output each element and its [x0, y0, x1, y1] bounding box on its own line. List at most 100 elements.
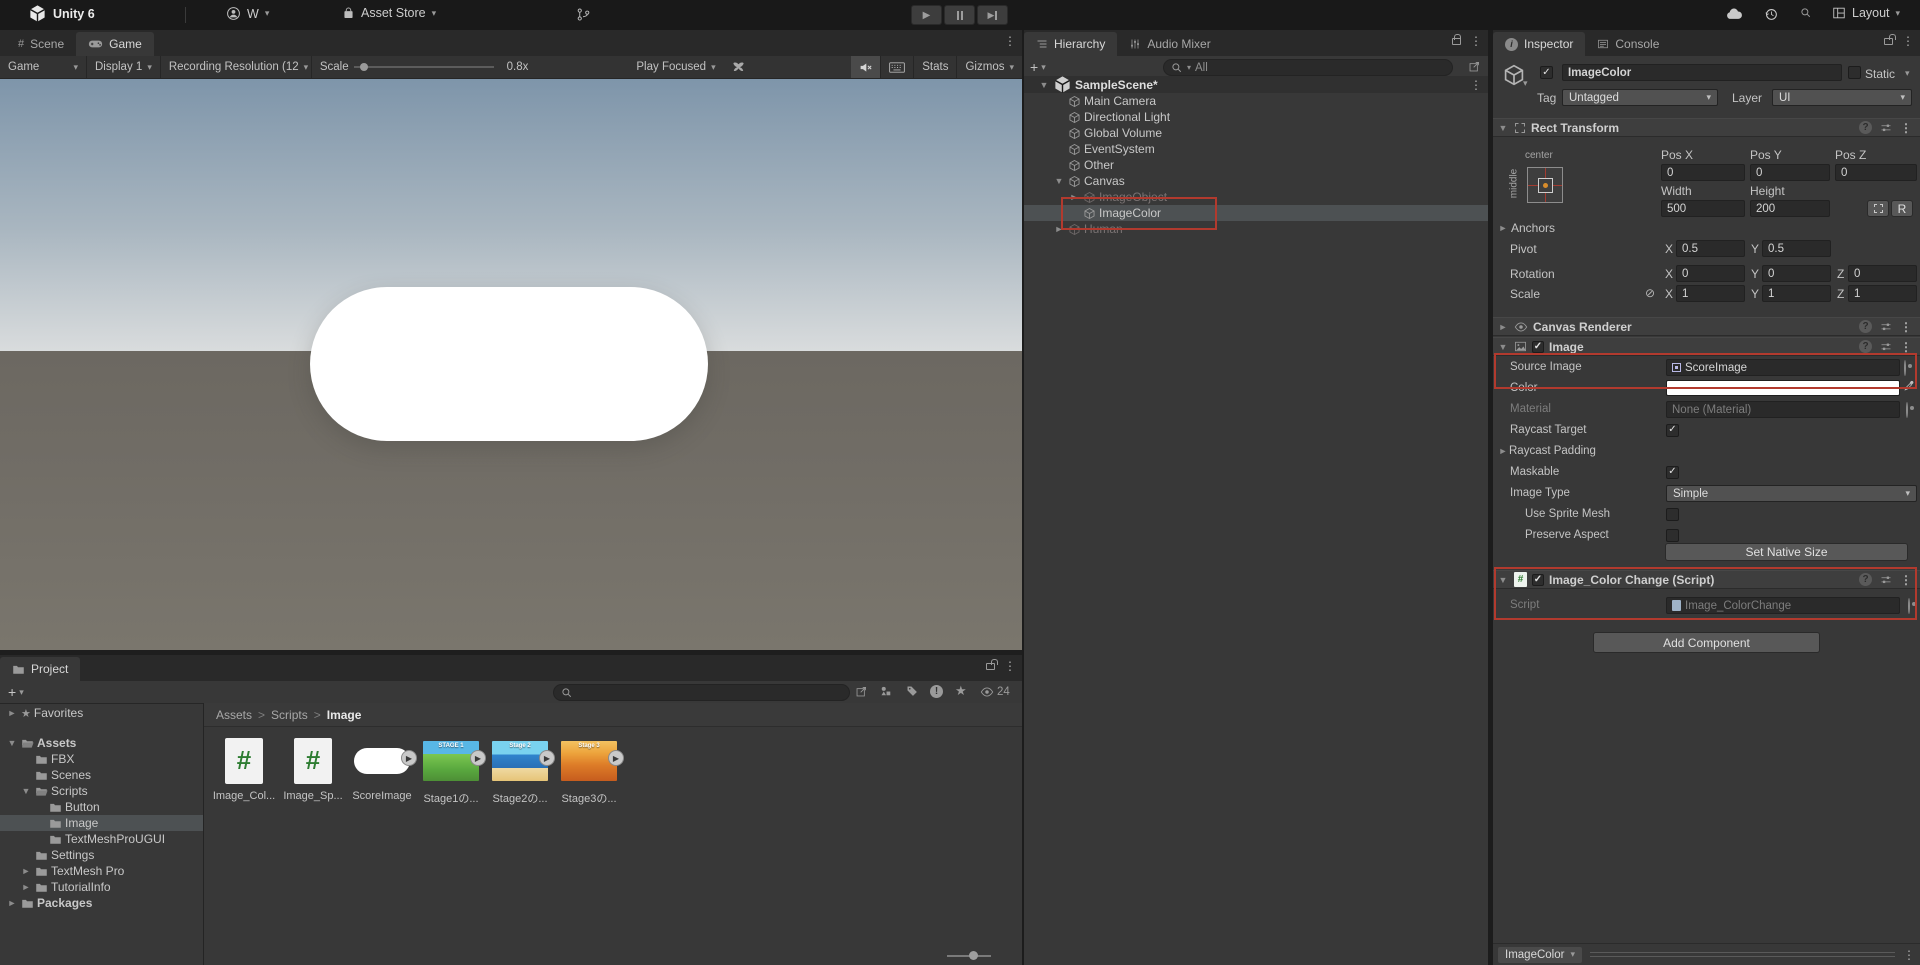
script-enabled-checkbox[interactable]: ✓	[1532, 574, 1544, 586]
expander-icon[interactable]: ►	[1053, 224, 1065, 234]
raw-edit-mode-button[interactable]: R	[1891, 200, 1913, 217]
project-tree-item-settings[interactable]: Settings	[0, 847, 203, 863]
width-field[interactable]: 500	[1661, 200, 1745, 217]
blueprint-mode-button[interactable]	[1867, 200, 1889, 217]
static-flags-caret[interactable]: ▾	[1905, 68, 1910, 79]
open-search-window-button[interactable]	[855, 685, 868, 698]
asset-item-image-sp[interactable]: #Image_Sp...	[281, 733, 345, 806]
project-tree-item-button[interactable]: Button	[0, 799, 203, 815]
inspector-panel-menu-icon[interactable]: ⋮	[1902, 35, 1914, 47]
anchors-foldout[interactable]: ► Anchors	[1497, 221, 1555, 235]
tab-scene[interactable]: # Scene	[6, 32, 76, 56]
hierarchy-item-global-volume[interactable]: Global Volume	[1024, 125, 1488, 141]
preserve-aspect-checkbox[interactable]	[1666, 529, 1679, 542]
object-name-field[interactable]: ImageColor	[1562, 64, 1842, 81]
pivot-x-field[interactable]: 0.5	[1676, 240, 1745, 257]
expander-icon[interactable]: ▼	[20, 786, 32, 796]
use-sprite-mesh-checkbox[interactable]	[1666, 508, 1679, 521]
hidden-packages-button[interactable]: !	[930, 685, 943, 698]
eyedropper-icon[interactable]	[1903, 380, 1915, 392]
scale-slider[interactable]	[354, 61, 494, 73]
project-panel-menu-icon[interactable]: ⋮	[1004, 660, 1016, 672]
foldout-icon[interactable]: ▼	[1497, 575, 1509, 585]
version-control-button[interactable]	[576, 7, 591, 22]
display-dropdown[interactable]: Display 1 ▾	[87, 56, 160, 78]
scale-x-field[interactable]: 1	[1676, 285, 1745, 302]
pos-z-field[interactable]: 0	[1835, 164, 1917, 181]
foldout-icon[interactable]: ►	[1497, 322, 1509, 332]
expander-icon[interactable]: ▼	[1053, 176, 1065, 186]
script-field[interactable]: Image_ColorChange	[1666, 597, 1900, 614]
project-tree-item-packages[interactable]: ►Packages	[0, 895, 203, 911]
asset-bundle-dropdown[interactable]: ImageColor ▾	[1498, 947, 1582, 963]
project-tree-item-favorites[interactable]: ►★Favorites	[0, 705, 203, 721]
script-object-picker[interactable]	[1908, 598, 1910, 614]
hierarchy-item-imagecolor[interactable]: ImageColor	[1024, 205, 1488, 221]
visible-items-counter[interactable]: 24	[980, 685, 1010, 699]
pause-button[interactable]	[944, 5, 975, 25]
project-tree-item-scenes[interactable]: Scenes	[0, 767, 203, 783]
rect-transform-header[interactable]: ▼ Rect Transform ? ⋮	[1493, 118, 1920, 137]
gameobject-icon-caret[interactable]: ▾	[1523, 78, 1528, 89]
static-checkbox[interactable]	[1848, 66, 1861, 79]
capture-screenshot-button[interactable]	[724, 56, 753, 78]
presets-icon[interactable]	[1880, 122, 1892, 134]
tab-console[interactable]: Console	[1585, 32, 1671, 56]
project-tree-item-fbx[interactable]: FBX	[0, 751, 203, 767]
hierarchy-item-human[interactable]: ►Human	[1024, 221, 1488, 237]
project-tree-item-assets[interactable]: ▼Assets	[0, 735, 203, 751]
help-icon[interactable]: ?	[1859, 573, 1872, 586]
color-swatch[interactable]	[1666, 380, 1900, 396]
height-field[interactable]: 200	[1750, 200, 1830, 217]
project-split-divider[interactable]	[203, 703, 204, 965]
play-button[interactable]: ▶	[911, 5, 942, 25]
scale-z-field[interactable]: 1	[1848, 285, 1917, 302]
active-checkbox[interactable]: ✓	[1540, 66, 1553, 79]
hierarchy-search-input[interactable]: ▾ All	[1163, 59, 1453, 76]
cloud-services-button[interactable]	[1726, 8, 1743, 20]
rotation-z-field[interactable]: 0	[1848, 265, 1917, 282]
virtual-keyboard-toggle[interactable]	[881, 56, 913, 78]
add-component-button[interactable]: Add Component	[1593, 632, 1820, 653]
material-field[interactable]: None (Material)	[1666, 401, 1900, 418]
search-by-label-button[interactable]	[906, 685, 918, 697]
expander-icon[interactable]: ▼	[6, 738, 18, 748]
asset-item-stage3[interactable]: Stage 3▶Stage3の...	[557, 733, 621, 806]
scene-menu-icon[interactable]: ⋮	[1470, 79, 1482, 91]
breadcrumb-segment-assets[interactable]: Assets	[216, 708, 252, 722]
pos-x-field[interactable]: 0	[1661, 164, 1745, 181]
pivot-y-field[interactable]: 0.5	[1762, 240, 1831, 257]
favorites-filter-button[interactable]: ★	[955, 683, 967, 699]
source-image-field[interactable]: ScoreImage	[1666, 359, 1900, 376]
component-menu-icon[interactable]: ⋮	[1900, 122, 1912, 134]
project-unlock-icon[interactable]	[986, 663, 995, 670]
play-badge-icon[interactable]: ▶	[401, 750, 417, 766]
rotation-y-field[interactable]: 0	[1762, 265, 1831, 282]
asset-store-menu[interactable]: Asset Store ▾	[342, 6, 436, 20]
project-tree-item-image[interactable]: Image	[0, 815, 203, 831]
anchor-preset-widget[interactable]	[1527, 167, 1563, 203]
hierarchy-item-imageobject[interactable]: ►ImageObject	[1024, 189, 1488, 205]
hierarchy-create-dropdown[interactable]: + ▾	[1024, 56, 1052, 78]
project-tree-item-scripts[interactable]: ▼Scripts	[0, 783, 203, 799]
expander-icon[interactable]: ►	[20, 866, 32, 876]
hierarchy-item-directional-light[interactable]: Directional Light	[1024, 109, 1488, 125]
pos-y-field[interactable]: 0	[1750, 164, 1830, 181]
expander-icon[interactable]: ►	[20, 882, 32, 892]
component-menu-icon[interactable]: ⋮	[1900, 341, 1912, 353]
raycast-padding-row[interactable]: ► Raycast Padding	[1493, 442, 1920, 460]
help-icon[interactable]: ?	[1859, 320, 1872, 333]
thumbnail-size-slider[interactable]	[947, 950, 991, 962]
image-enabled-checkbox[interactable]: ✓	[1532, 341, 1544, 353]
search-filter-caret[interactable]: ▾	[1187, 63, 1191, 72]
canvas-renderer-header[interactable]: ► Canvas Renderer ? ⋮	[1493, 317, 1920, 336]
hierarchy-panel-menu-icon[interactable]: ⋮	[1470, 35, 1482, 47]
tab-inspector[interactable]: i Inspector	[1493, 32, 1585, 56]
hierarchy-item-other[interactable]: Other	[1024, 157, 1488, 173]
undo-history-button[interactable]	[1764, 7, 1778, 21]
help-icon[interactable]: ?	[1859, 340, 1872, 353]
scale-y-field[interactable]: 1	[1762, 285, 1831, 302]
raycast-target-checkbox[interactable]: ✓	[1666, 424, 1679, 437]
source-image-object-picker[interactable]	[1904, 360, 1906, 376]
script-component-header[interactable]: ▼ # ✓ Image_Color Change (Script) ? ⋮	[1493, 570, 1920, 589]
